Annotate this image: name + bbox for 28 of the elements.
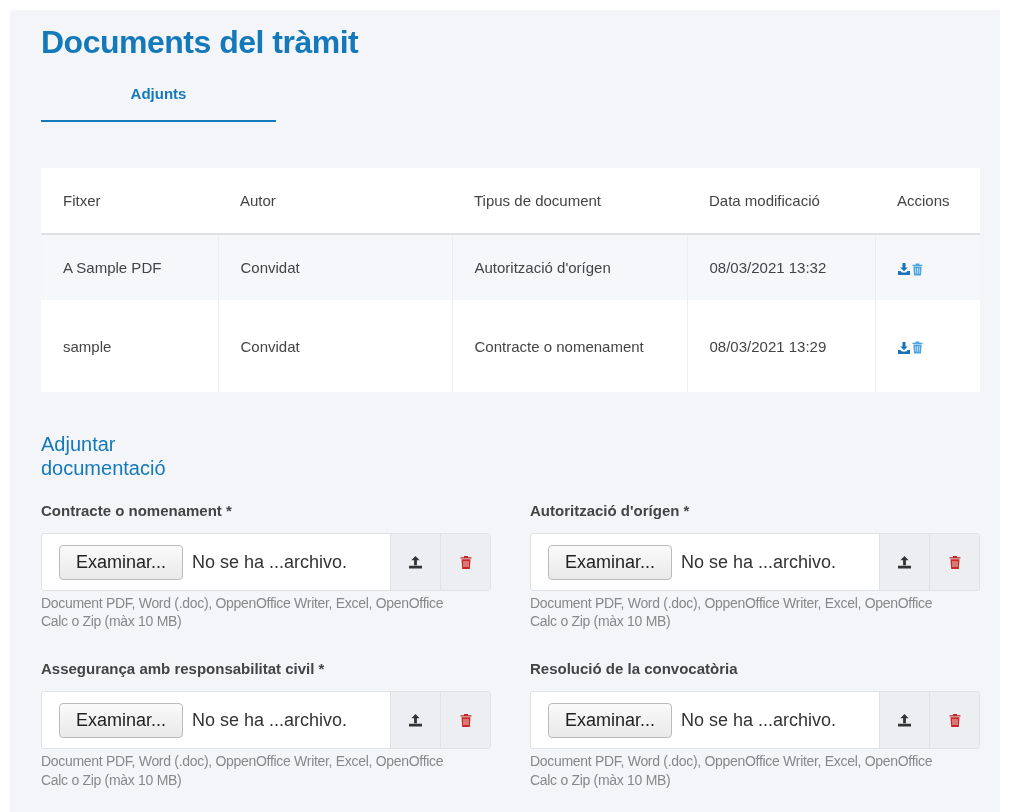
table-cell: sample (41, 300, 218, 392)
table-cell: 08/03/2021 13:29 (687, 300, 875, 392)
table-cell: A Sample PDF (41, 234, 218, 300)
download-icon[interactable] (897, 341, 910, 354)
help-text: Document PDF, Word (.doc), OppenOffice Writer, Excel, OpenOffice Calc o Zip (màx 10 MB) (530, 594, 934, 631)
column-header: Fitxer (41, 168, 218, 234)
section-title: Adjuntar documentació (41, 432, 167, 480)
column-header: Accions (875, 168, 980, 234)
table-cell: Contracte o nomenament (452, 300, 687, 392)
table-cell: Autorització d'orígen (452, 234, 687, 300)
column-header: Autor (218, 168, 452, 234)
field-label: Assegurança amb responsabilitat civil * (41, 660, 326, 678)
field-label: Resolució de la convocatòria (530, 660, 739, 678)
column-header: Tipus de document (452, 168, 687, 234)
tab[interactable]: Adjunts (41, 81, 276, 122)
column-header: Data modificació (687, 168, 875, 234)
table-cell: 08/03/2021 13:32 (687, 234, 875, 300)
page-title: Documents del tràmit (41, 23, 360, 61)
table-cell: Convidat (218, 300, 452, 392)
help-text: Document PDF, Word (.doc), OppenOffice Writer, Excel, OpenOffice Calc o Zip (màx 10 MB) (530, 752, 934, 789)
trash-icon[interactable] (911, 341, 923, 355)
table-cell: Convidat (218, 234, 452, 300)
field-label: Autorització d'orígen * (530, 502, 691, 519)
field-label: Contracte o nomenament * (41, 502, 233, 519)
download-icon[interactable] (897, 263, 910, 276)
help-text: Document PDF, Word (.doc), OppenOffice Writer, Excel, OpenOffice Calc o Zip (màx 10 MB) (41, 594, 445, 631)
trash-icon[interactable] (911, 262, 923, 276)
help-text: Document PDF, Word (.doc), OppenOffice Writer, Excel, OpenOffice Calc o Zip (màx 10 MB) (41, 752, 445, 789)
